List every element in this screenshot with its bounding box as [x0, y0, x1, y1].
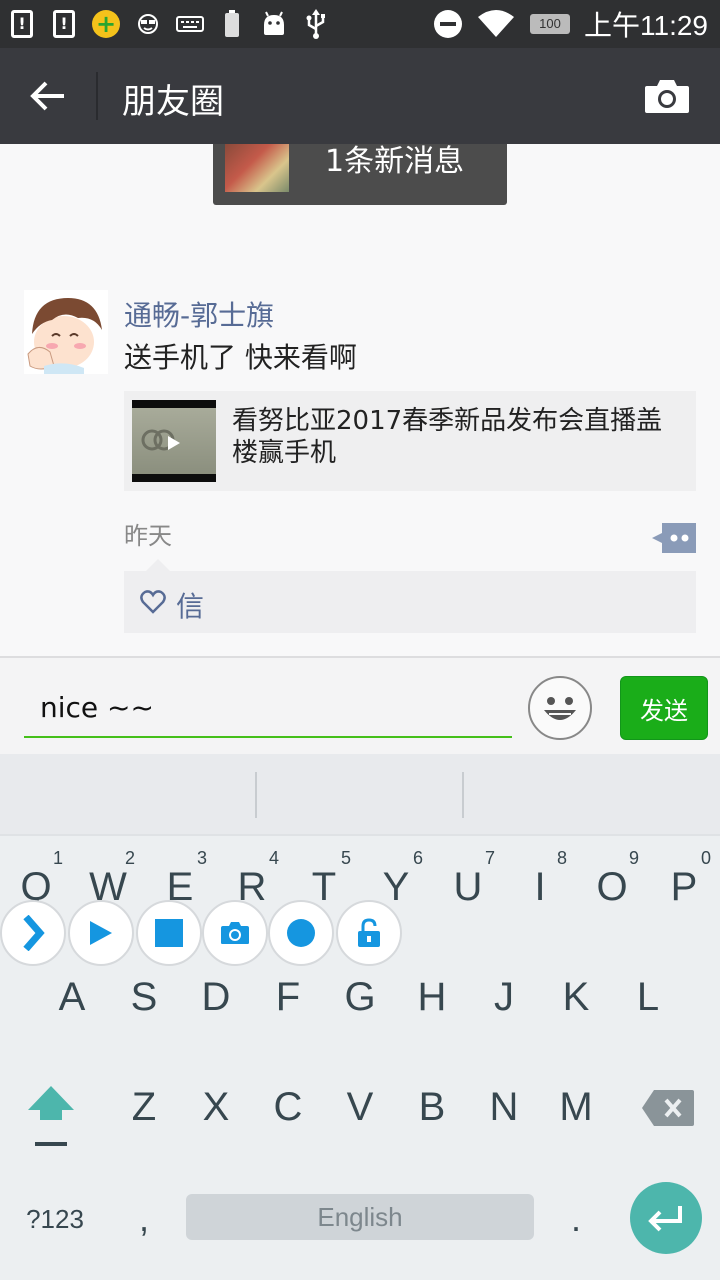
soft-keyboard: Q W E R T Y U I O P 1 2 3 4 5 6 7 8 9 0 …	[0, 754, 720, 1280]
shift-arrow-icon	[28, 1086, 74, 1146]
key-hint-9: 9	[629, 848, 640, 868]
key-hint-6: 6	[413, 848, 424, 868]
status-bar-right: 100 上午11:29	[434, 6, 708, 42]
play-icon	[168, 436, 180, 450]
key-f[interactable]: F	[252, 962, 324, 1032]
key-hint-8: 8	[557, 848, 568, 868]
key-hint-3: 3	[197, 848, 208, 868]
comment-input[interactable]	[24, 678, 512, 738]
key-d[interactable]: D	[180, 962, 252, 1032]
emoji-button[interactable]	[528, 676, 592, 740]
stop-icon	[155, 919, 183, 947]
comma-key[interactable]: ,	[118, 1194, 170, 1244]
unlock-button[interactable]	[336, 900, 402, 966]
key-z[interactable]: Z	[108, 1072, 180, 1142]
link-thumbnail	[132, 400, 216, 482]
link-title: 看努比亚2017春季新品发布会直播盖楼赢手机	[232, 406, 663, 468]
wifi-icon	[476, 10, 516, 38]
key-hint-5: 5	[341, 848, 352, 868]
glasses-icon	[134, 10, 162, 38]
key-c[interactable]: C	[252, 1072, 324, 1142]
expand-toolbar-button[interactable]	[0, 900, 66, 966]
camera-icon	[221, 922, 249, 944]
camera-icon	[645, 80, 689, 113]
battery-badge: 100	[530, 14, 570, 34]
suggestion-strip[interactable]	[0, 754, 720, 834]
backspace-key[interactable]	[640, 1088, 696, 1128]
back-button[interactable]	[24, 72, 72, 120]
likes-box: 信	[124, 559, 696, 633]
key-x[interactable]: X	[180, 1072, 252, 1142]
screenshot-button[interactable]	[202, 900, 268, 966]
status-bar-left: ! ! +	[8, 6, 330, 42]
key-hint-2: 2	[125, 848, 136, 868]
app-plus-icon: +	[92, 10, 120, 38]
page-title: 朋友圈	[122, 82, 224, 122]
key-hint-7: 7	[485, 848, 496, 868]
comment-button[interactable]	[652, 523, 696, 553]
symbols-key[interactable]: ?123	[10, 1194, 100, 1244]
backspace-icon	[642, 1090, 694, 1126]
key-a[interactable]: A	[36, 962, 108, 1032]
usb-icon	[302, 9, 330, 39]
like-user-name[interactable]: 信	[176, 585, 204, 625]
post-text: 送手机了 快来看啊	[124, 341, 357, 374]
notification-icon: !	[50, 10, 78, 38]
record-button[interactable]	[268, 900, 334, 966]
chevron-right-icon	[23, 915, 45, 951]
new-message-text: 1条新消息	[325, 144, 465, 179]
avatar[interactable]	[24, 290, 108, 374]
suggestion-divider	[255, 772, 257, 818]
stop-button[interactable]	[136, 900, 202, 966]
do-not-disturb-icon	[434, 10, 462, 38]
shift-key[interactable]	[18, 1074, 84, 1154]
moments-feed[interactable]: 1条新消息 通畅-郭士旗 送手机了 快来看啊 看努比亚2017春季新品发布会直播…	[0, 144, 720, 656]
key-hint-1: 1	[53, 848, 64, 868]
title-divider	[96, 72, 98, 120]
android-icon	[260, 10, 288, 38]
key-k[interactable]: K	[540, 962, 612, 1032]
heart-icon	[140, 590, 166, 614]
play-button[interactable]	[68, 900, 134, 966]
enter-arrow-icon	[648, 1206, 682, 1232]
key-hint-4: 4	[269, 848, 280, 868]
notification-icon: !	[8, 10, 36, 38]
record-icon	[287, 919, 315, 947]
enter-key[interactable]	[630, 1182, 702, 1254]
status-bar: ! ! + 100 上午11:29	[0, 0, 720, 48]
battery-icon	[218, 10, 246, 38]
status-time: 上午11:29	[584, 10, 708, 41]
shared-link-card[interactable]: 看努比亚2017春季新品发布会直播盖楼赢手机	[124, 391, 696, 491]
key-l[interactable]: L	[612, 962, 684, 1032]
key-v[interactable]: V	[324, 1072, 396, 1142]
key-b[interactable]: B	[396, 1072, 468, 1142]
post-time: 昨天	[124, 522, 172, 550]
key-s[interactable]: S	[108, 962, 180, 1032]
new-message-banner[interactable]: 1条新消息	[213, 144, 507, 205]
key-h[interactable]: H	[396, 962, 468, 1032]
post-author[interactable]: 通畅-郭士旗	[124, 294, 274, 334]
key-n[interactable]: N	[468, 1072, 540, 1142]
send-button[interactable]: 发送	[620, 676, 708, 740]
key-g[interactable]: G	[324, 962, 396, 1032]
play-icon	[90, 921, 112, 945]
keyboard-icon	[176, 10, 204, 38]
key-hint-0: 0	[701, 848, 712, 868]
period-key[interactable]: .	[550, 1194, 602, 1244]
camera-button[interactable]	[642, 74, 692, 118]
comment-icon	[652, 523, 696, 553]
keyboard-separator	[0, 834, 720, 836]
unlock-icon	[358, 918, 380, 947]
suggestion-divider	[462, 772, 464, 818]
title-bar: 朋友圈	[0, 48, 720, 144]
comment-bar: 发送	[0, 656, 720, 754]
smiley-icon	[531, 679, 589, 737]
arrow-left-icon	[30, 81, 64, 111]
key-j[interactable]: J	[468, 962, 540, 1032]
new-message-thumbnail	[225, 144, 289, 192]
key-m[interactable]: M	[540, 1072, 612, 1142]
space-key[interactable]: English	[186, 1194, 534, 1240]
